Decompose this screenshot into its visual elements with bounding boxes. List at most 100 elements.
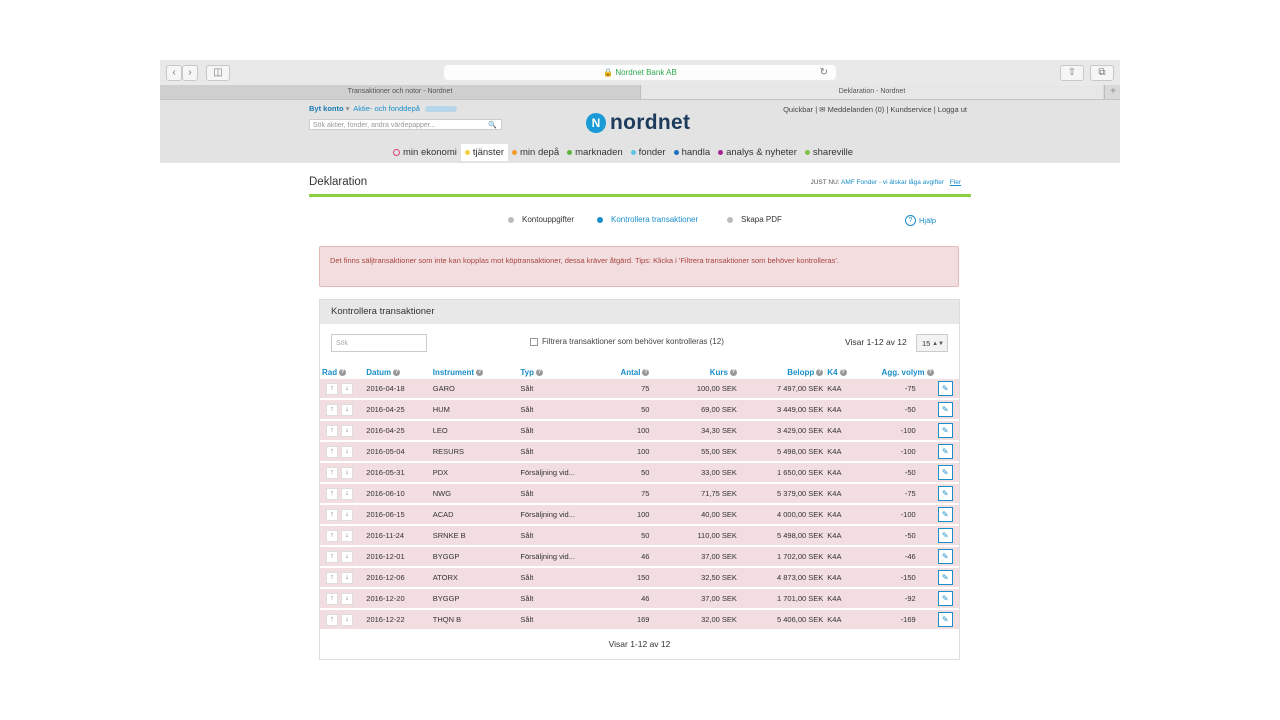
arrow-up-icon[interactable]: ↑ [326, 571, 338, 584]
nav-label: fonder [638, 147, 666, 158]
step-skapa-pdf[interactable]: Skapa PDF [727, 215, 782, 224]
column-header[interactable]: Belopp? [739, 365, 825, 379]
chevron-down-icon: ▾ [345, 104, 350, 113]
edit-icon[interactable]: ✎ [937, 570, 953, 585]
share-icon[interactable]: ⇧ [1060, 65, 1084, 81]
arrow-down-icon[interactable]: ↓ [341, 529, 353, 542]
help-icon[interactable]: ? [839, 368, 847, 376]
cell-agg: -50 [855, 399, 936, 421]
help-icon[interactable]: ? [536, 368, 543, 376]
column-header[interactable]: Kurs? [651, 365, 738, 379]
account-switcher[interactable]: Byt konto ▾ Aktie- och fonddepå [309, 104, 458, 113]
checkbox-icon[interactable] [530, 337, 538, 346]
just-nu-link[interactable]: AMF Fonder - vi älskar låga avgifter [841, 179, 944, 186]
arrow-up-icon[interactable]: ↑ [326, 424, 338, 437]
arrow-down-icon[interactable]: ↓ [341, 571, 353, 584]
arrow-down-icon[interactable]: ↓ [341, 613, 353, 626]
panel-search-input[interactable]: Sök [331, 334, 427, 352]
column-header[interactable]: Instrument? [431, 365, 519, 379]
arrow-down-icon[interactable]: ↓ [341, 550, 353, 563]
nav-item[interactable]: shareville [801, 144, 857, 161]
column-header[interactable]: Typ? [518, 365, 596, 379]
cell-typ: Sålt [518, 441, 596, 463]
help-icon[interactable]: ? [339, 368, 347, 376]
row-move-cell: ↑ ↓ [320, 567, 365, 589]
search-input[interactable]: Sök aktier, fonder, andra värdepapper...… [309, 119, 502, 130]
arrow-up-icon[interactable]: ↑ [326, 487, 338, 500]
arrow-down-icon[interactable]: ↓ [341, 424, 353, 437]
edit-icon[interactable]: ✎ [937, 507, 953, 522]
arrow-down-icon[interactable]: ↓ [341, 487, 353, 500]
edit-icon[interactable]: ✎ [937, 423, 953, 438]
help-icon[interactable]: ? [926, 368, 934, 376]
column-header[interactable]: Agg. volym? [855, 365, 935, 379]
sidebar-icon[interactable]: ◫ [206, 65, 230, 81]
arrow-up-icon[interactable]: ↑ [326, 529, 338, 542]
tab-deklaration[interactable]: Deklaration - Nordnet [641, 85, 1103, 99]
column-header[interactable]: Antal? [596, 365, 652, 379]
edit-icon[interactable]: ✎ [937, 444, 953, 459]
cell-kurs: 100,00 SEK [651, 379, 739, 400]
nordnet-logo[interactable]: N nordnet [586, 110, 690, 136]
visar-text: Visar 1-12 av 12 [845, 337, 907, 347]
help-icon[interactable]: ? [642, 368, 650, 376]
cell-typ: Försäljning vid... [518, 546, 596, 568]
help-icon[interactable]: ? [476, 368, 484, 376]
edit-icon[interactable]: ✎ [937, 591, 953, 606]
edit-icon[interactable]: ✎ [937, 381, 953, 396]
nav-label: marknaden [575, 147, 623, 158]
address-bar[interactable]: 🔒 Nordnet Bank AB ↻ [444, 65, 836, 80]
new-tab-button[interactable]: + [1104, 85, 1120, 99]
arrow-down-icon[interactable]: ↓ [341, 508, 353, 521]
help-icon[interactable]: ? [393, 368, 401, 376]
fler-link[interactable]: Fler [950, 179, 961, 186]
edit-icon[interactable]: ✎ [937, 528, 953, 543]
nav-item[interactable]: min depå [508, 144, 563, 161]
edit-icon[interactable]: ✎ [937, 549, 953, 564]
filter-checkbox[interactable]: Filtrera transaktioner som behöver kontr… [530, 337, 724, 346]
search-icon[interactable]: 🔍 [488, 120, 497, 131]
column-header[interactable]: Rad? [320, 365, 364, 379]
arrow-down-icon[interactable]: ↓ [341, 592, 353, 605]
arrow-up-icon[interactable]: ↑ [326, 592, 338, 605]
back-icon[interactable]: ‹ [166, 65, 182, 81]
tabs-overview-icon[interactable]: ⧉ [1090, 65, 1114, 81]
arrow-up-icon[interactable]: ↑ [326, 550, 338, 563]
nav-item[interactable]: analys & nyheter [714, 144, 801, 161]
arrow-down-icon[interactable]: ↓ [341, 445, 353, 458]
edit-icon[interactable]: ✎ [937, 465, 953, 480]
reload-icon[interactable]: ↻ [820, 65, 828, 80]
per-page-select[interactable]: 15 ▲▼ [916, 334, 948, 352]
arrow-down-icon[interactable]: ↓ [341, 403, 353, 416]
edit-icon[interactable]: ✎ [937, 486, 953, 501]
arrow-up-icon[interactable]: ↑ [326, 445, 338, 458]
edit-icon[interactable]: ✎ [937, 402, 953, 417]
nav-item[interactable]: fonder [627, 144, 670, 161]
arrow-up-icon[interactable]: ↑ [326, 508, 338, 521]
arrow-up-icon[interactable]: ↑ [326, 613, 338, 626]
tab-transaktioner[interactable]: Transaktioner och notor - Nordnet [160, 85, 641, 99]
step-kontrollera[interactable]: Kontrollera transaktioner [597, 215, 698, 224]
help-icon[interactable]: ? [729, 368, 737, 376]
forward-icon[interactable]: › [182, 65, 198, 81]
help-icon[interactable]: ? [816, 368, 824, 376]
step-kontouppgifter[interactable]: Kontouppgifter [508, 215, 574, 224]
nav-item[interactable]: handla [670, 144, 715, 161]
edit-icon[interactable]: ✎ [937, 612, 953, 627]
top-links[interactable]: Quickbar | ✉ Meddelanden (0) | Kundservi… [783, 105, 967, 114]
column-header[interactable]: Datum? [364, 365, 430, 379]
arrow-up-icon[interactable]: ↑ [326, 466, 338, 479]
arrow-up-icon[interactable]: ↑ [326, 382, 338, 395]
table-row: ↑ ↓ 2016-12-20 BYGGP Sålt 46 37,00 SEK 1 701,00… [320, 588, 959, 610]
column-header[interactable]: K4? [825, 365, 855, 379]
nav-item[interactable]: min ekonomi [389, 144, 461, 161]
nav-item[interactable]: tjänster [460, 144, 509, 161]
byt-konto-link[interactable]: Byt konto [309, 104, 344, 113]
arrow-up-icon[interactable]: ↑ [326, 403, 338, 416]
edit-cell: ✎ [935, 483, 959, 505]
arrow-down-icon[interactable]: ↓ [341, 466, 353, 479]
panel-title: Kontrollera transaktioner [320, 300, 959, 324]
arrow-down-icon[interactable]: ↓ [341, 382, 353, 395]
nav-item[interactable]: marknaden [563, 144, 627, 161]
help-link[interactable]: ? Hjälp [905, 215, 936, 226]
